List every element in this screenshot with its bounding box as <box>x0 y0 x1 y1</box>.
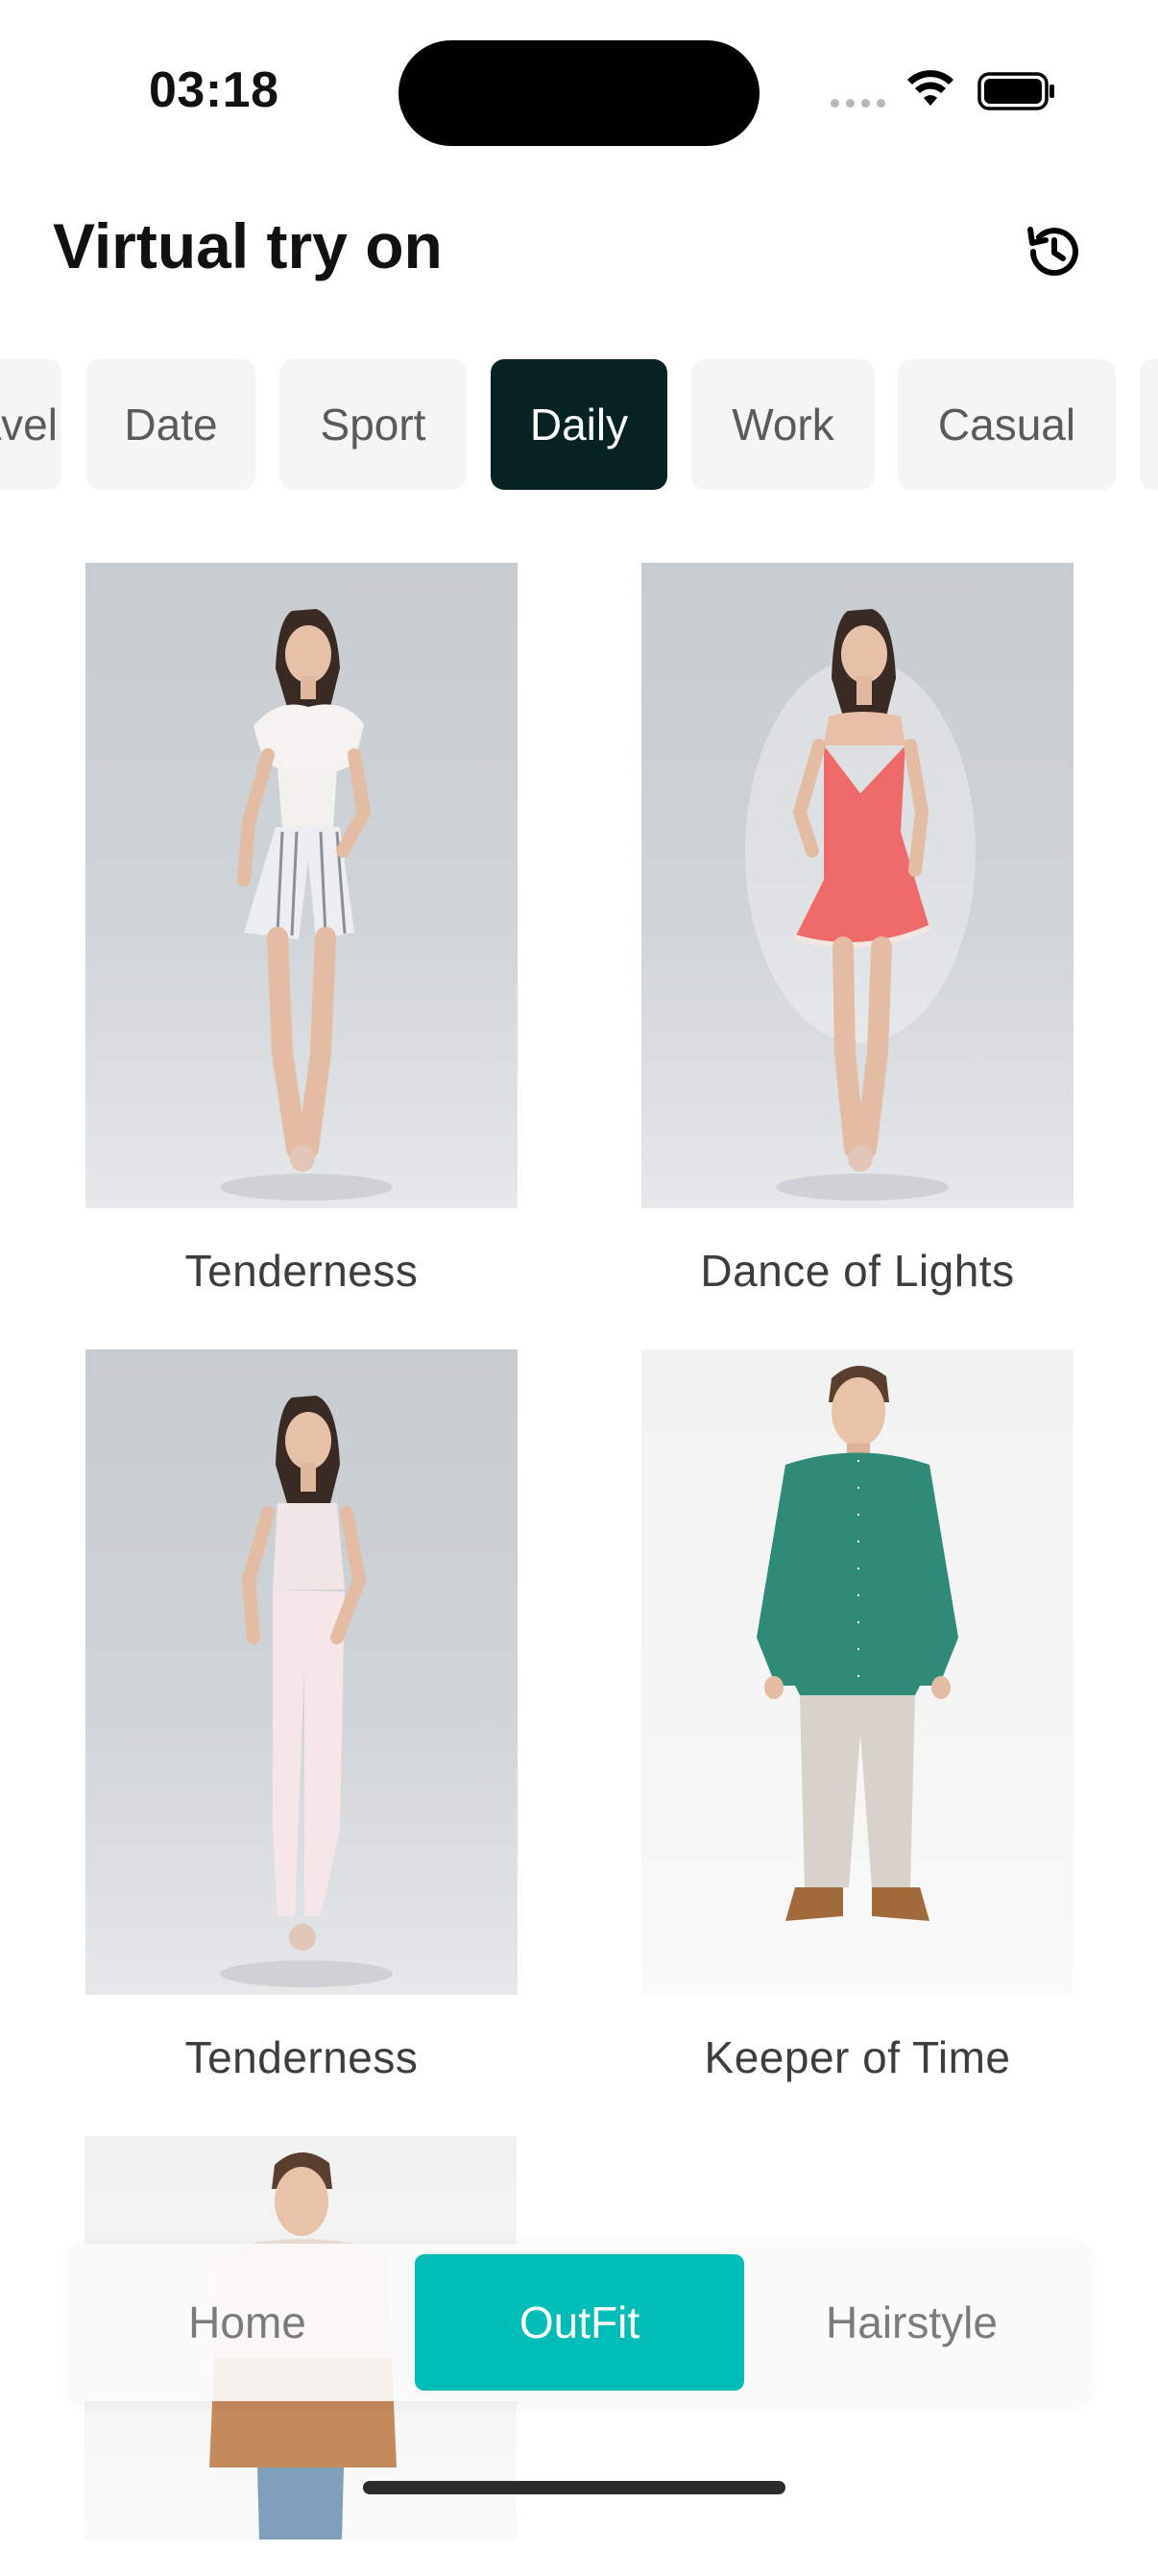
tab-travel[interactable]: Travel <box>0 359 61 490</box>
tab-casual[interactable]: Casual <box>898 359 1116 490</box>
signal-icon <box>831 99 885 108</box>
nav-outfit[interactable]: OutFit <box>415 2254 744 2391</box>
outfit-name: Tenderness <box>184 1246 419 1296</box>
outfit-name: Keeper of Time <box>704 2032 1011 2082</box>
category-tabs: Travel Date Sport Daily Work Casual <box>0 359 1158 490</box>
tab-daily[interactable]: Daily <box>491 359 667 490</box>
battery-icon <box>977 72 1054 110</box>
tab-sport[interactable]: Sport <box>279 359 467 490</box>
home-indicator[interactable] <box>363 2481 785 2494</box>
outfit-name: Dance of Lights <box>700 1246 1015 1296</box>
outfit-photo <box>85 563 518 1208</box>
nav-home[interactable]: Home <box>83 2254 412 2391</box>
outfit-photo <box>641 1349 1074 1995</box>
nav-hairstyle[interactable]: Hairstyle <box>747 2254 1076 2391</box>
outfit-card[interactable]: Tenderness <box>85 563 518 1297</box>
dynamic-island <box>398 40 760 146</box>
tab-work[interactable]: Work <box>691 359 875 490</box>
outfit-name: Tenderness <box>184 2032 419 2082</box>
tab-date[interactable]: Date <box>86 359 255 490</box>
wifi-icon <box>907 70 953 106</box>
history-icon[interactable] <box>1020 217 1089 286</box>
outfit-card[interactable]: Dance of Lights <box>641 563 1074 1297</box>
status-time: 03:18 <box>149 62 279 118</box>
outfit-photo <box>641 563 1074 1208</box>
bottom-navigation: Home OutFit Hairstyle <box>73 2244 1086 2401</box>
page-title: Virtual try on <box>53 210 443 281</box>
outfit-card[interactable]: Tenderness <box>85 1349 518 2083</box>
outfit-card[interactable]: Keeper of Time <box>641 1349 1074 2083</box>
tab-more[interactable] <box>1140 359 1158 490</box>
outfit-photo <box>85 1349 518 1995</box>
